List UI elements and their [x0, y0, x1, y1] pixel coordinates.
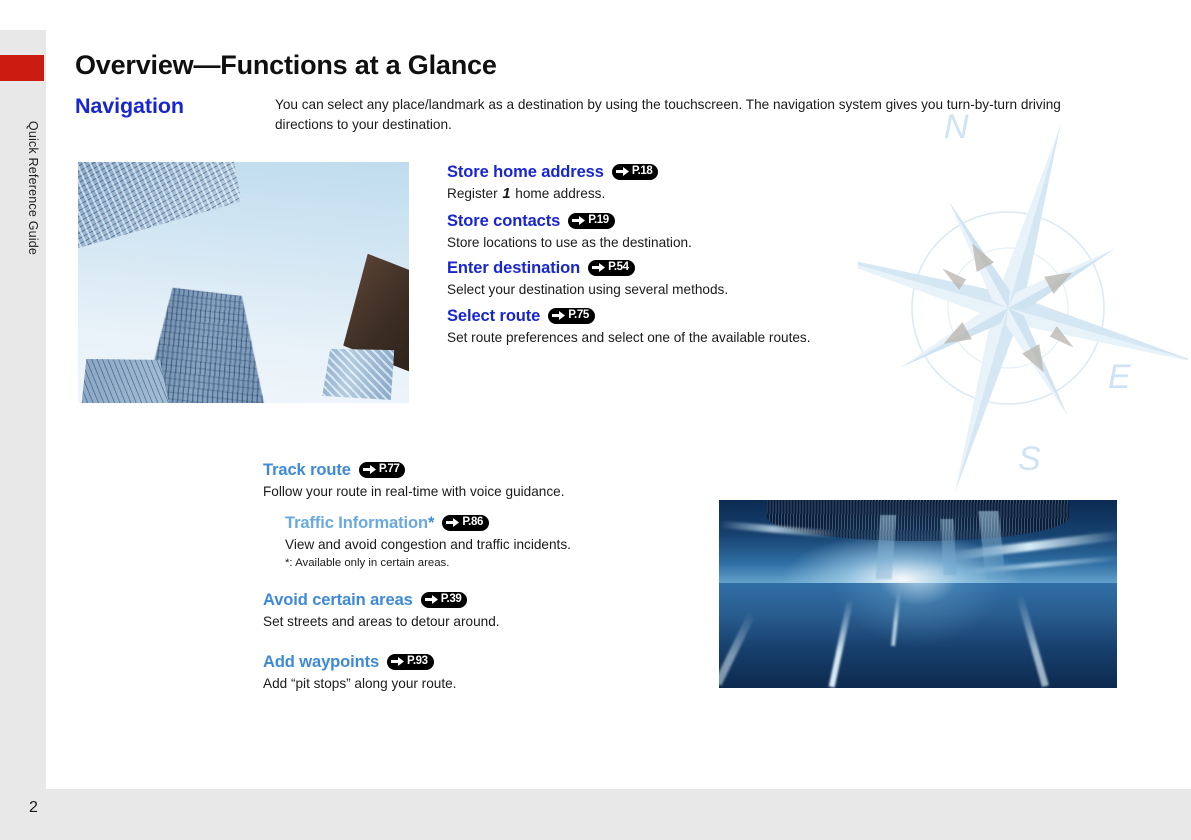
page-number: 2: [29, 799, 38, 816]
feature-heading-row: Track route P.77: [263, 461, 564, 480]
document-page: Quick Reference Guide N E S Overview—Fun…: [0, 0, 1191, 840]
feature-heading-row: Store home address P.18: [447, 163, 659, 182]
feature-store-home-address: Store home address P.18 Register 1 home …: [447, 163, 659, 204]
page-reference-badge[interactable]: P.86: [442, 514, 489, 531]
arrow-right-icon: [391, 657, 405, 666]
feature-add-waypoints: Add waypoints P.93 Add “pit stops” along…: [263, 653, 456, 693]
feature-description-pre: Register: [447, 186, 502, 201]
feature-enter-destination: Enter destination P.54 Select your desti…: [447, 259, 728, 299]
footnote-asterisk: *: [427, 514, 435, 532]
feature-traffic-information: Traffic Information * P.86 View and avoi…: [285, 514, 571, 569]
page-reference-label: P.39: [440, 592, 462, 605]
feature-title: Store home address: [447, 163, 604, 181]
feature-description-numeral: 1: [502, 186, 511, 202]
page-reference-label: P.19: [588, 213, 609, 226]
tunnel-pillar: [940, 518, 957, 576]
feature-title: Add waypoints: [263, 653, 380, 671]
feature-select-route: Select route P.75 Set route preferences …: [447, 307, 811, 347]
page-title: Overview—Functions at a Glance: [75, 50, 497, 80]
feature-description: Set route preferences and select one of …: [447, 330, 811, 345]
feature-heading-row: Traffic Information * P.86: [285, 514, 571, 533]
page-reference-badge[interactable]: P.39: [420, 591, 468, 608]
page-reference-badge[interactable]: P.75: [548, 307, 595, 324]
page-reference-label: P.86: [462, 515, 483, 528]
feature-heading-row: Enter destination P.54: [447, 259, 728, 278]
section-tab-label: Quick Reference Guide: [26, 120, 40, 256]
feature-title: Store contacts: [447, 212, 561, 230]
feature-description: Select your destination using several me…: [447, 282, 729, 297]
arrow-right-icon: [362, 465, 376, 474]
page-reference-label: P.93: [407, 654, 428, 667]
city-skyscrapers-photo: [78, 162, 409, 403]
feature-store-contacts: Store contacts P.19 Store locations to u…: [447, 212, 692, 252]
page-reference-label: P.18: [631, 164, 653, 177]
feature-heading-row: Avoid certain areas P.39: [263, 591, 500, 610]
arrow-right-icon: [592, 263, 606, 272]
bottom-margin-band: [0, 789, 1191, 840]
arrow-right-icon: [446, 518, 460, 527]
section-intro-text: You can select any place/landmark as a d…: [275, 97, 1061, 132]
feature-title: Select route: [447, 307, 541, 325]
page-reference-badge[interactable]: P.18: [611, 163, 659, 180]
photo-building-top-left: [78, 162, 242, 251]
feature-description-post: home address.: [511, 186, 606, 201]
page-reference-badge[interactable]: P.93: [387, 653, 434, 670]
page-reference-label: P.54: [608, 260, 629, 273]
arrow-right-icon: [552, 311, 566, 320]
tunnel-motion-blur-photo: [719, 500, 1117, 688]
feature-description: Register 1 home address.: [447, 184, 658, 204]
page-reference-badge[interactable]: P.54: [588, 259, 635, 276]
page-reference-label: P.77: [378, 462, 400, 475]
feature-description: View and avoid congestion and traffic in…: [285, 537, 571, 552]
page-reference-badge[interactable]: P.77: [358, 461, 406, 478]
section-tab-marker: [0, 55, 44, 81]
photo-building-bottom-left: [78, 344, 169, 403]
feature-heading-row: Store contacts P.19: [447, 212, 692, 231]
section-heading: Navigation: [75, 94, 184, 118]
feature-description: Follow your route in real-time with voic…: [263, 484, 565, 499]
arrow-right-icon: [572, 216, 586, 225]
feature-title: Track route: [263, 461, 351, 479]
feature-description: Add “pit stops” along your route.: [263, 676, 457, 691]
arrow-right-icon: [424, 595, 438, 604]
page-reference-label: P.75: [568, 308, 589, 321]
feature-title: Enter destination: [447, 259, 581, 277]
feature-heading-row: Add waypoints P.93: [263, 653, 456, 672]
feature-description: Set streets and areas to detour around.: [263, 614, 500, 629]
arrow-right-icon: [615, 167, 629, 176]
feature-title: Traffic Information: [285, 514, 428, 532]
feature-heading-row: Select route P.75: [447, 307, 811, 326]
feature-footnote: *: Available only in certain areas.: [285, 557, 450, 569]
feature-description: Store locations to use as the destinatio…: [447, 235, 692, 250]
feature-track-route: Track route P.77 Follow your route in re…: [263, 461, 564, 501]
page-reference-badge[interactable]: P.19: [568, 212, 615, 229]
feature-avoid-certain-areas: Avoid certain areas P.39 Set streets and…: [263, 591, 500, 631]
tunnel-road-surface: [719, 582, 1117, 688]
feature-title: Avoid certain areas: [263, 591, 413, 609]
